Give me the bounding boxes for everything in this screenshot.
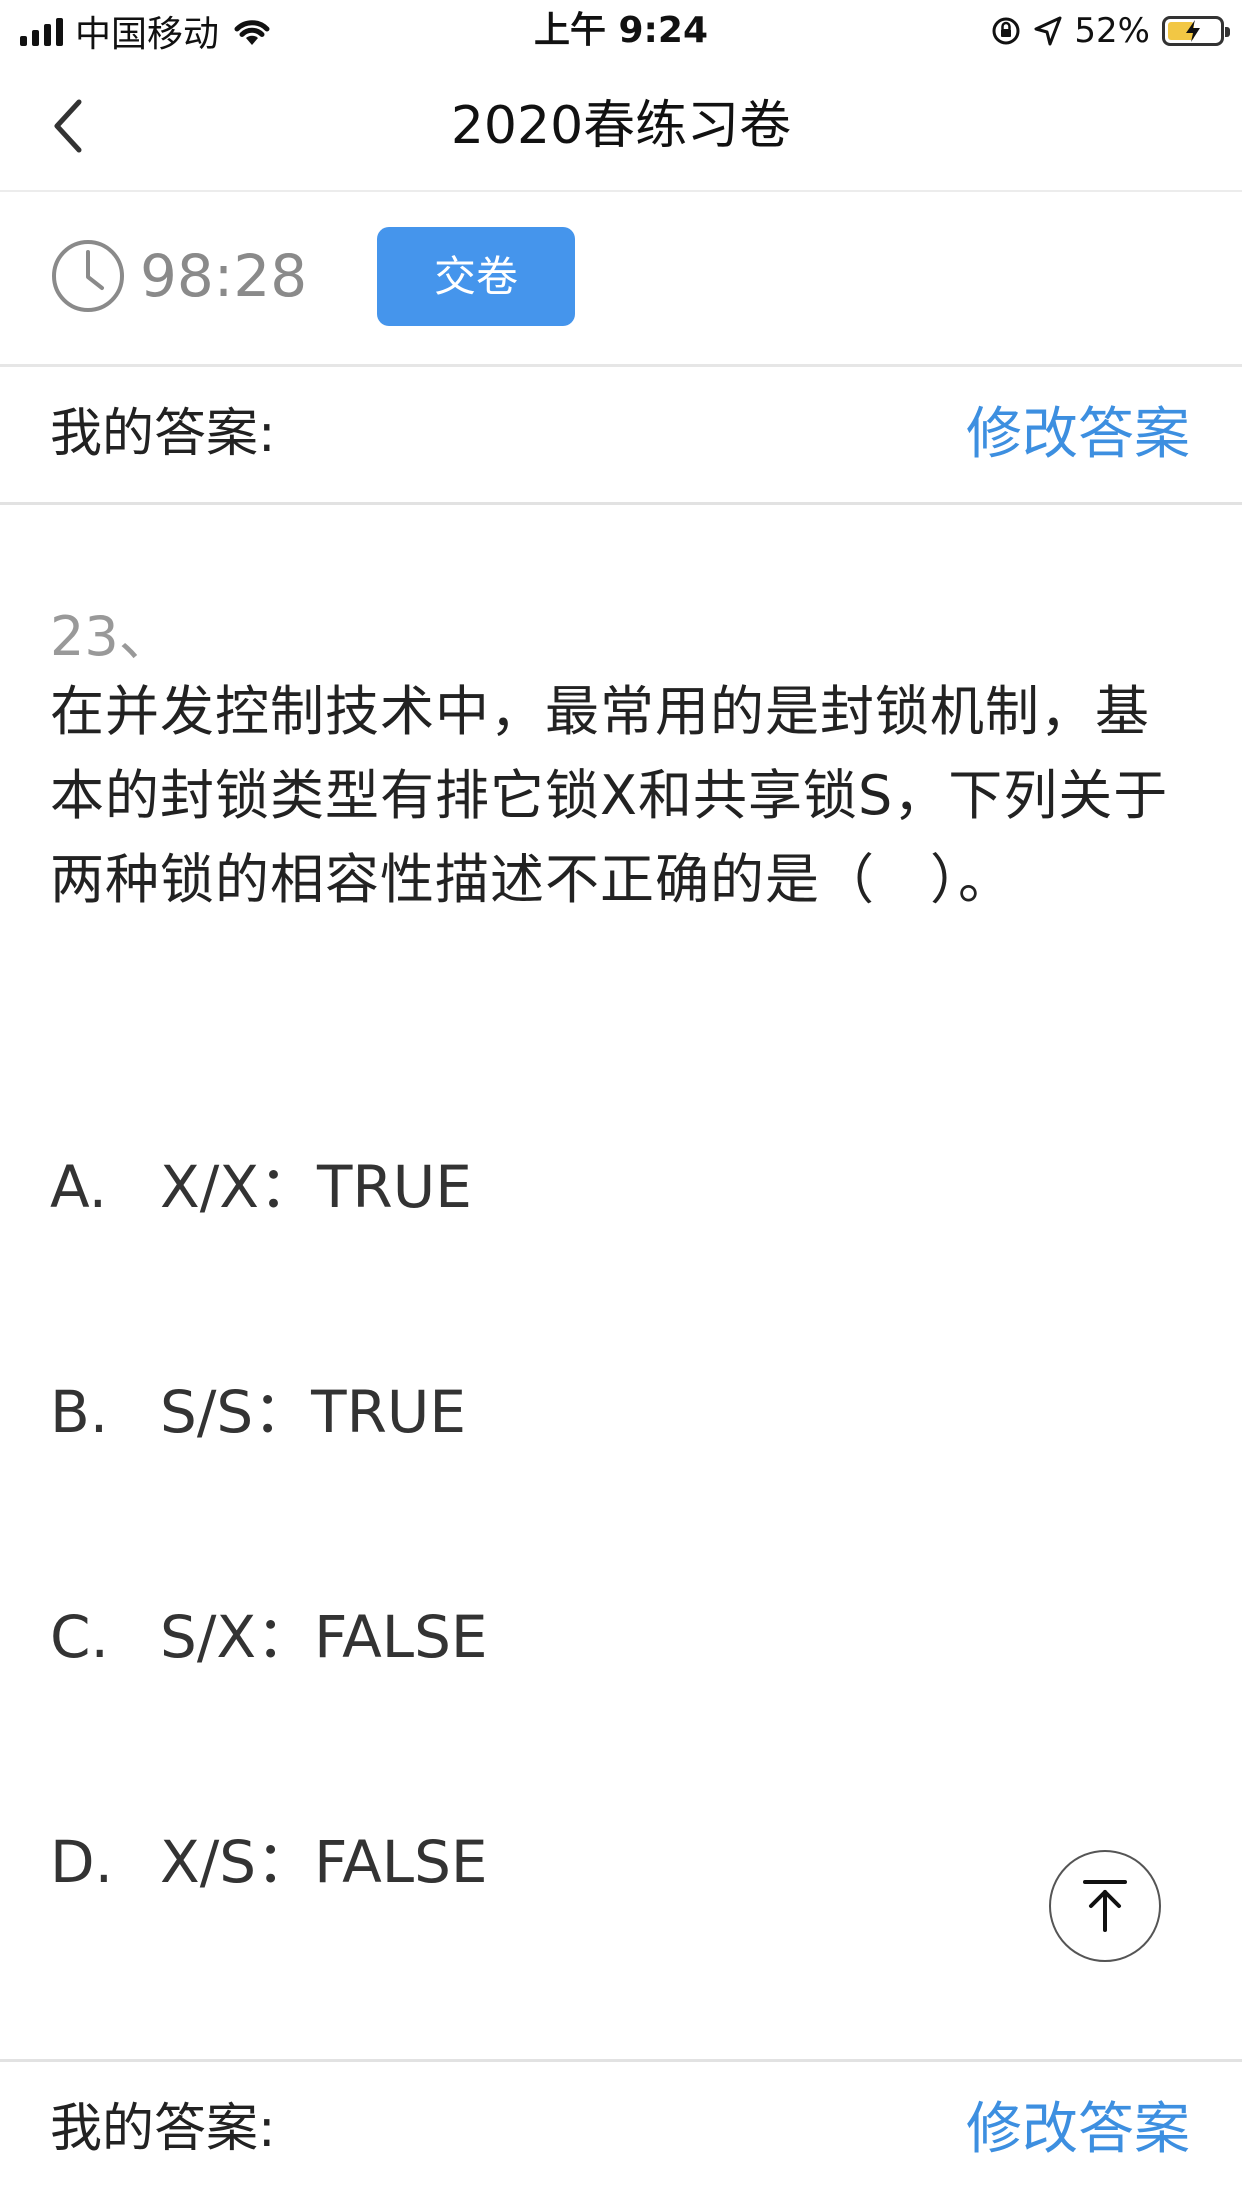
arrow-up-to-top-icon	[1083, 1880, 1127, 1932]
my-answer-label: 我的答案:	[50, 404, 276, 464]
battery-percent: 52%	[1074, 11, 1150, 51]
option-b[interactable]: B. S/S：TRUE	[50, 1372, 466, 1452]
rotation-lock-icon	[992, 17, 1020, 45]
edit-answer-button[interactable]: 修改答案	[966, 367, 1190, 502]
submit-paper-button[interactable]: 交卷	[377, 227, 575, 326]
option-letter: A.	[50, 1153, 108, 1221]
my-answer-bar-top: 我的答案: 修改答案	[0, 367, 1242, 505]
option-a[interactable]: A. X/X：TRUE	[50, 1147, 472, 1227]
clock-icon	[52, 240, 124, 312]
my-answer-label: 我的答案:	[50, 2099, 276, 2159]
location-arrow-icon	[1034, 16, 1062, 46]
question-text: 在并发控制技术中，最常用的是封锁机制，基本的封锁类型有排它锁X和共享锁S，下列关…	[50, 680, 1169, 911]
nav-bar: 2020春练习卷	[0, 62, 1242, 192]
option-d[interactable]: D. X/S：FALSE	[50, 1822, 488, 1902]
battery-icon	[1162, 16, 1230, 46]
option-text: X/S：FALSE	[160, 1828, 488, 1896]
option-text: S/S：TRUE	[160, 1378, 467, 1446]
status-bar: 中国移动 上午 9:24 52%	[0, 0, 1242, 62]
countdown-timer: 98:28	[140, 242, 308, 310]
back-button[interactable]	[36, 90, 100, 162]
edit-answer-button[interactable]: 修改答案	[966, 2062, 1190, 2197]
scroll-to-top-button[interactable]	[1049, 1850, 1161, 1962]
my-answer-bar-bottom: 我的答案: 修改答案	[0, 2059, 1242, 2197]
option-letter: D.	[50, 1828, 114, 1896]
page-title: 2020春练习卷	[450, 96, 792, 156]
option-text: X/X：TRUE	[160, 1153, 472, 1221]
option-letter: C.	[50, 1603, 109, 1671]
chevron-left-icon	[54, 99, 82, 153]
timer-bar: 98:28 交卷	[0, 192, 1242, 367]
status-right: 52%	[990, 8, 1230, 54]
option-text: S/X：FALSE	[160, 1603, 488, 1671]
question-number: 23、	[50, 605, 173, 668]
option-letter: B.	[50, 1378, 109, 1446]
option-c[interactable]: C. S/X：FALSE	[50, 1597, 488, 1677]
